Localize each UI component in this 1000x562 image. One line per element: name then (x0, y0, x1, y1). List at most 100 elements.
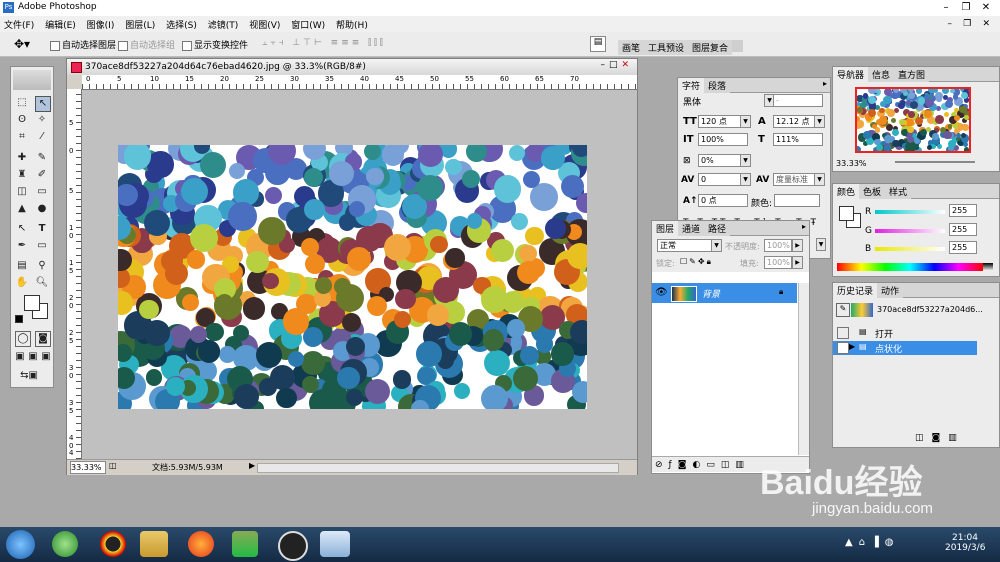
palette-well-brush[interactable]: 画笔 (618, 40, 645, 55)
layer-mask-icon[interactable]: ◙ (678, 460, 693, 470)
tracking-dropdown-icon[interactable]: ▼ (814, 173, 825, 186)
tray-icons[interactable]: ▲⌂▐◍ (845, 537, 899, 548)
lock-buttons[interactable]: ☐✎✥🔒︎ (680, 257, 713, 267)
tab-channels[interactable]: 通道 (678, 221, 705, 236)
menu-edit[interactable]: 编辑(E) (41, 16, 80, 33)
font-style-select[interactable]: - (773, 94, 823, 107)
dodge-tool-icon[interactable]: ● (35, 202, 49, 216)
doc-restore-icon[interactable]: ❐ (959, 17, 975, 31)
tab-swatches[interactable]: 色板 (859, 184, 886, 199)
shape-tool-icon[interactable]: ▭ (35, 239, 49, 253)
tab-histogram[interactable]: 直方图 (894, 67, 930, 82)
start-button-icon[interactable] (6, 530, 35, 559)
brush-tool-icon[interactable]: ✎ (35, 151, 49, 165)
font-size-dropdown-icon[interactable]: ▼ (740, 115, 751, 128)
panel-menu-icon[interactable]: ▸ (823, 79, 827, 88)
path-select-icon[interactable]: ↖ (15, 222, 29, 236)
zoom-tool-icon[interactable]: 🔍︎ (35, 276, 49, 290)
media-app-icon[interactable] (232, 531, 258, 557)
doc-win-close-icon[interactable]: ✕ (621, 60, 633, 70)
hand-tool-icon[interactable]: ✋ (15, 276, 29, 290)
screen-mode-standard-icon[interactable]: ▣ (13, 350, 27, 364)
eraser-tool-icon[interactable]: ◫ (15, 185, 29, 199)
foreground-color-swatch[interactable] (24, 295, 40, 311)
photoshop-task-icon[interactable] (320, 531, 350, 557)
close-icon[interactable]: ✕ (976, 1, 996, 15)
tab-history[interactable]: 历史记录 (833, 283, 878, 298)
menu-window[interactable]: 窗口(W) (287, 16, 329, 33)
healing-brush-icon[interactable]: ✚ (15, 151, 29, 165)
horizontal-scrollbar[interactable] (257, 463, 619, 473)
trash-icon[interactable]: ▥ (948, 433, 965, 443)
navigator-zoom-slider[interactable] (895, 161, 975, 163)
navigator-thumbnail[interactable] (855, 87, 971, 153)
tab-paragraph[interactable]: 段落 (704, 78, 731, 93)
vertical-scale-field[interactable]: 100% (698, 133, 748, 146)
screen-mode-full-icon[interactable]: ▣ (39, 350, 53, 364)
menu-filter[interactable]: 滤镜(T) (204, 16, 243, 33)
move-tool-button-icon[interactable]: ↖ (35, 96, 51, 112)
fill-dropdown-icon[interactable]: ▶ (792, 256, 803, 269)
menu-file[interactable]: 文件(F) (0, 16, 38, 33)
tab-layers[interactable]: 图层 (652, 221, 679, 236)
link-layers-icon[interactable]: ⊘ (655, 460, 669, 470)
text-color-swatch[interactable] (774, 194, 820, 207)
history-item-checkbox[interactable] (837, 342, 849, 354)
font-family-select[interactable]: 黑体 (683, 95, 765, 108)
slice-tool-icon[interactable]: ⁄ (35, 130, 49, 144)
blend-mode-dropdown-icon[interactable]: ▼ (711, 239, 722, 252)
tab-color[interactable]: 颜色 (833, 184, 860, 199)
blend-mode-select[interactable]: 正常 (657, 239, 713, 252)
color-fg-swatch[interactable] (839, 206, 854, 221)
history-item-selected[interactable]: ▶ ▤ 点状化 (833, 341, 977, 355)
tab-paths[interactable]: 路径 (704, 221, 731, 236)
new-layer-icon[interactable]: ◫ (721, 460, 736, 470)
layers-menu-icon[interactable]: ▸ (802, 222, 806, 231)
screen-mode-full-menu-icon[interactable]: ▣ (26, 350, 40, 364)
status-arrow-icon[interactable]: ◫ (109, 461, 117, 470)
adjustment-layer-icon[interactable]: ◐ (692, 460, 706, 470)
type-tool-icon[interactable]: T (35, 222, 49, 236)
layer-row-background[interactable]: 👁︎ 背景 🔒︎ (652, 283, 797, 303)
color-r-value[interactable]: 255 (949, 204, 977, 217)
file-browser-icon[interactable]: ▤ (590, 36, 606, 52)
notes-tool-icon[interactable]: ▤ (15, 259, 29, 273)
quickmask-mode-icon[interactable]: ◙ (35, 331, 51, 347)
tsume-dropdown-icon[interactable]: ▼ (740, 154, 751, 167)
font-size-field[interactable]: 120 点 (698, 115, 742, 128)
new-group-icon[interactable]: ▭ (706, 460, 721, 470)
standard-mode-icon[interactable]: ◯ (15, 331, 31, 347)
show-transform-checkbox[interactable]: 显示变换控件 (182, 38, 248, 51)
marquee-tool-icon[interactable]: ⬚ (15, 96, 29, 110)
language-dropdown-icon[interactable]: ▼ (816, 238, 826, 251)
eyedropper-icon[interactable]: ⚲ (35, 259, 49, 273)
file-explorer-icon[interactable] (140, 531, 168, 557)
tab-navigator[interactable]: 导航器 (833, 67, 869, 82)
blur-tool-icon[interactable]: ▲ (15, 202, 29, 216)
palette-well-layer-comps[interactable]: 图层复合 (688, 40, 733, 55)
horizontal-scale-field[interactable]: 111% (773, 133, 823, 146)
doc-win-minimize-icon[interactable]: – (600, 60, 609, 70)
history-brush-source-icon[interactable]: ✎ (836, 303, 850, 317)
imageready-jump-icon[interactable]: ⇆▣ (15, 369, 43, 383)
palette-well-tool-presets[interactable]: 工具预设 (644, 40, 689, 55)
auto-select-layer-checkbox[interactable]: 自动选择图层 (50, 38, 116, 51)
kerning-dropdown-icon[interactable]: ▼ (740, 173, 751, 186)
layers-scrollbar[interactable] (798, 283, 809, 455)
pointillized-image[interactable] (118, 145, 587, 409)
baseline-shift-field[interactable]: 0 点 (698, 194, 748, 207)
opacity-dropdown-icon[interactable]: ▶ (792, 239, 803, 252)
leading-dropdown-icon[interactable]: ▼ (814, 115, 825, 128)
color-g-value[interactable]: 255 (949, 223, 977, 236)
align-buttons[interactable]: ⫠⫟⫞ ⊥⊤⊢ ≡≡≡ ⫿⫿⫿ (262, 38, 386, 48)
tab-info[interactable]: 信息 (868, 67, 895, 82)
history-brush-icon[interactable]: ✐ (35, 168, 49, 182)
magic-wand-icon[interactable]: ✧ (35, 113, 49, 127)
tab-character[interactable]: 字符 (678, 78, 705, 93)
tab-styles[interactable]: 样式 (885, 184, 912, 199)
new-snapshot-icon[interactable]: ◙ (932, 433, 949, 443)
history-snapshot-name[interactable]: 370ace8df53227a204d6... (877, 305, 983, 314)
doc-close-icon[interactable]: ✕ (978, 17, 994, 31)
color-b-value[interactable]: 255 (949, 241, 977, 254)
kerning-field[interactable]: 0 (698, 173, 742, 186)
